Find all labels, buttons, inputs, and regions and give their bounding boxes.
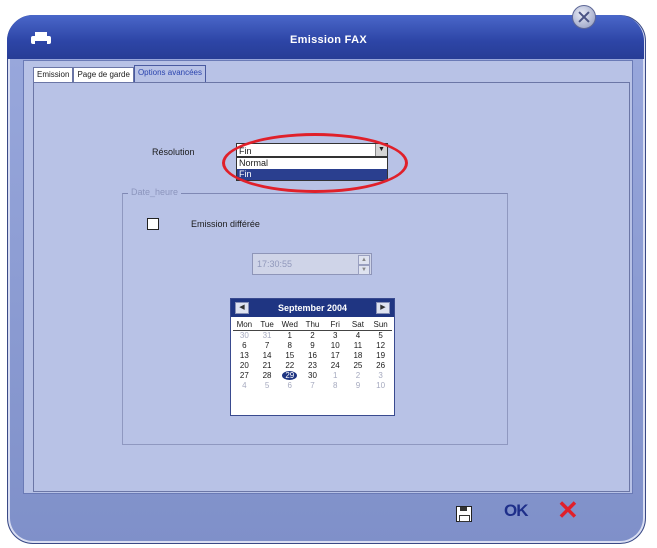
calendar-day[interactable]: 28	[256, 371, 279, 381]
calendar-day[interactable]: 1	[278, 331, 301, 341]
calendar-day[interactable]: 3	[324, 331, 347, 341]
calendar-day[interactable]: 27	[233, 371, 256, 381]
calendar-day[interactable]: 2	[347, 371, 370, 381]
ok-button[interactable]: OK	[504, 501, 528, 521]
calendar-day[interactable]: 1	[324, 371, 347, 381]
calendar-day[interactable]: 10	[369, 381, 392, 391]
calendar-day[interactable]: 31	[256, 331, 279, 341]
calendar-day[interactable]: 22	[278, 361, 301, 371]
calendar-day[interactable]: 24	[324, 361, 347, 371]
calendar-day[interactable]: 14	[256, 351, 279, 361]
spin-down-icon[interactable]: ▼	[358, 265, 370, 275]
time-input[interactable]: 17:30:55 ▲ ▼	[252, 253, 372, 275]
calendar-day[interactable]: 30	[233, 331, 256, 341]
calendar-day[interactable]: 7	[256, 341, 279, 351]
deferred-label: Emission différée	[191, 219, 260, 229]
calendar-day[interactable]: 17	[324, 351, 347, 361]
calendar: ◀ September 2004 ▶ Mon Tue Wed Thu Fri Sat Sun…	[230, 298, 395, 416]
calendar-day[interactable]: 8	[324, 381, 347, 391]
calendar-day[interactable]: 29	[278, 371, 301, 381]
calendar-day-of-week: Fri	[323, 319, 347, 331]
calendar-day[interactable]: 25	[347, 361, 370, 371]
calendar-day[interactable]: 30	[301, 371, 324, 381]
deferred-checkbox[interactable]	[147, 218, 159, 230]
right-arrow-icon[interactable]: ▶	[375, 302, 390, 314]
calendar-day[interactable]: 23	[301, 361, 324, 371]
calendar-day[interactable]: 18	[347, 351, 370, 361]
calendar-header: ◀ September 2004 ▶	[231, 299, 394, 317]
time-value: 17:30:55	[257, 259, 293, 269]
calendar-day-of-week: Sun	[369, 319, 392, 331]
save-icon[interactable]	[456, 506, 472, 522]
calendar-day[interactable]: 21	[256, 361, 279, 371]
spin-up-icon[interactable]: ▲	[358, 255, 370, 265]
cancel-button[interactable]: ✕	[557, 497, 579, 523]
calendar-day[interactable]: 20	[233, 361, 256, 371]
tab-bar: Emission Page de garde Options avancées	[33, 65, 206, 83]
calendar-day-of-week: Wed	[278, 319, 302, 331]
calendar-day[interactable]: 26	[369, 361, 392, 371]
calendar-day-of-week: Thu	[301, 319, 324, 331]
calendar-day[interactable]: 5	[256, 381, 279, 391]
calendar-day[interactable]: 6	[278, 381, 301, 391]
highlight-ring	[222, 133, 408, 193]
calendar-day[interactable]: 15	[278, 351, 301, 361]
calendar-day[interactable]: 9	[347, 381, 370, 391]
calendar-grid: Mon Tue Wed Thu Fri Sat Sun 30 31 1 2 3 4 5 6 7 8 9 10 11 12…	[231, 317, 394, 391]
calendar-day[interactable]: 10	[324, 341, 347, 351]
calendar-day[interactable]: 4	[233, 381, 256, 391]
tab-page-de-garde[interactable]: Page de garde	[73, 67, 134, 82]
calendar-day[interactable]: 12	[369, 341, 392, 351]
calendar-day[interactable]: 9	[301, 341, 324, 351]
calendar-day[interactable]: 13	[233, 351, 256, 361]
calendar-day[interactable]: 11	[347, 341, 370, 351]
tab-emission[interactable]: Emission	[33, 67, 74, 82]
calendar-day[interactable]: 16	[301, 351, 324, 361]
left-arrow-icon[interactable]: ◀	[235, 302, 249, 314]
calendar-day[interactable]: 7	[301, 381, 324, 391]
datetime-group-label: Date_heure	[128, 187, 182, 197]
calendar-day-of-week: Mon	[233, 319, 256, 331]
time-spinner[interactable]: ▲ ▼	[358, 255, 370, 275]
close-icon[interactable]	[572, 5, 596, 29]
calendar-day[interactable]: 6	[233, 341, 256, 351]
calendar-day[interactable]: 19	[369, 351, 392, 361]
resolution-label: Résolution	[152, 147, 195, 157]
window-title: Emission FAX	[290, 34, 367, 46]
calendar-day[interactable]: 8	[278, 341, 301, 351]
calendar-day[interactable]: 2	[301, 331, 324, 341]
calendar-day-of-week: Tue	[255, 319, 279, 331]
calendar-day[interactable]: 3	[369, 371, 392, 381]
calendar-day-of-week: Sat	[346, 319, 370, 331]
calendar-day[interactable]: 5	[369, 331, 392, 341]
calendar-day[interactable]: 4	[347, 331, 370, 341]
tab-options-avancees[interactable]: Options avancées	[133, 65, 206, 82]
calendar-month: September 2004	[277, 303, 348, 313]
